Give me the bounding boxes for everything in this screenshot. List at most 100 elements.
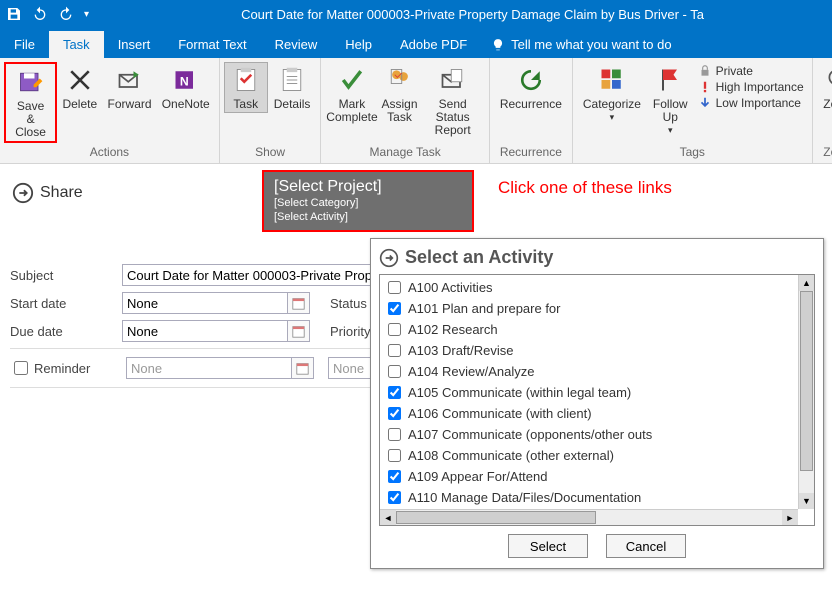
reminder-label: Reminder bbox=[34, 361, 126, 376]
select-button[interactable]: Select bbox=[508, 534, 588, 558]
tab-format-text[interactable]: Format Text bbox=[164, 31, 260, 58]
vertical-scrollbar[interactable]: ▲ ▼ bbox=[798, 275, 814, 509]
start-date-input[interactable] bbox=[122, 292, 288, 314]
low-importance-toggle[interactable]: Low Importance bbox=[698, 96, 804, 110]
activity-checkbox[interactable] bbox=[388, 323, 401, 336]
activity-checkbox[interactable] bbox=[388, 449, 401, 462]
window-title: Court Date for Matter 000003-Private Pro… bbox=[119, 7, 826, 22]
delete-label: Delete bbox=[62, 98, 97, 111]
status-label: Status bbox=[330, 296, 367, 311]
share-button[interactable]: Share bbox=[6, 170, 89, 216]
activity-item[interactable]: A106 Communicate (with client) bbox=[384, 403, 794, 424]
reminder-checkbox[interactable] bbox=[14, 361, 28, 375]
cancel-button[interactable]: Cancel bbox=[606, 534, 686, 558]
zoom-button[interactable]: Zoom bbox=[817, 62, 832, 113]
follow-up-button[interactable]: Follow Up ▾ bbox=[647, 62, 694, 139]
menu-bar: File Task Insert Format Text Review Help… bbox=[0, 28, 832, 58]
priority-label: Priority bbox=[330, 324, 370, 339]
undo-icon[interactable] bbox=[32, 6, 48, 22]
mark-complete-button[interactable]: Mark Complete bbox=[325, 62, 378, 126]
categorize-button[interactable]: Categorize ▾ bbox=[577, 62, 647, 126]
save-close-button[interactable]: Save & Close bbox=[4, 62, 57, 143]
activity-label: A107 Communicate (opponents/other outs bbox=[408, 427, 652, 442]
activity-item[interactable]: A109 Appear For/Attend bbox=[384, 466, 794, 487]
tab-review[interactable]: Review bbox=[261, 31, 332, 58]
details-label: Details bbox=[274, 98, 311, 111]
activity-checkbox[interactable] bbox=[388, 407, 401, 420]
tab-file[interactable]: File bbox=[0, 31, 49, 58]
exclaim-icon bbox=[698, 80, 712, 94]
ribbon: Save & Close Delete Forward N OneNote Ac… bbox=[0, 58, 832, 164]
scroll-down-arrow[interactable]: ▼ bbox=[799, 493, 814, 509]
activity-item[interactable]: A103 Draft/Revise bbox=[384, 340, 794, 361]
activity-item[interactable]: A108 Communicate (other external) bbox=[384, 445, 794, 466]
activity-item[interactable]: A102 Research bbox=[384, 319, 794, 340]
tell-me-label: Tell me what you want to do bbox=[511, 37, 671, 52]
ribbon-group-manage: Mark Complete Assign Task Send Status Re… bbox=[321, 58, 489, 163]
activity-item[interactable]: A100 Activities bbox=[384, 277, 794, 298]
horizontal-scrollbar[interactable]: ◄ ► bbox=[380, 509, 798, 525]
activity-item[interactable]: A110 Manage Data/Files/Documentation bbox=[384, 487, 794, 508]
reminder-date-input[interactable] bbox=[126, 357, 292, 379]
save-icon[interactable] bbox=[6, 6, 22, 22]
activity-checkbox[interactable] bbox=[388, 302, 401, 315]
activity-item[interactable]: A105 Communicate (within legal team) bbox=[384, 382, 794, 403]
scroll-right-arrow[interactable]: ► bbox=[782, 510, 798, 525]
reminder-date-picker[interactable] bbox=[292, 357, 314, 379]
tab-insert[interactable]: Insert bbox=[104, 31, 165, 58]
vscroll-thumb[interactable] bbox=[800, 291, 813, 471]
group-zoom-label: Zoom bbox=[817, 143, 832, 161]
activity-checkbox[interactable] bbox=[388, 386, 401, 399]
activity-checkbox[interactable] bbox=[388, 428, 401, 441]
task-view-label: Task bbox=[233, 98, 258, 111]
activity-label: A100 Activities bbox=[408, 280, 493, 295]
chevron-down-icon: ▾ bbox=[610, 111, 615, 124]
send-status-button[interactable]: Send Status Report bbox=[421, 62, 485, 139]
tell-me-search[interactable]: Tell me what you want to do bbox=[481, 31, 681, 58]
activity-item[interactable]: A107 Communicate (opponents/other outs bbox=[384, 424, 794, 445]
assign-task-button[interactable]: Assign Task bbox=[379, 62, 421, 126]
bulb-icon bbox=[491, 38, 505, 52]
private-toggle[interactable]: Private bbox=[698, 64, 804, 78]
group-actions-label: Actions bbox=[4, 143, 215, 161]
select-project-link[interactable]: [Select Project] bbox=[274, 178, 382, 196]
onenote-button[interactable]: N OneNote bbox=[157, 62, 215, 113]
activity-item[interactable]: A101 Plan and prepare for bbox=[384, 298, 794, 319]
tab-adobe-pdf[interactable]: Adobe PDF bbox=[386, 31, 481, 58]
scroll-up-arrow[interactable]: ▲ bbox=[799, 275, 814, 291]
redo-icon[interactable] bbox=[58, 6, 74, 22]
onenote-label: OneNote bbox=[162, 98, 210, 111]
due-date-picker[interactable] bbox=[288, 320, 310, 342]
task-view-button[interactable]: Task bbox=[224, 62, 268, 113]
activity-item[interactable]: A104 Review/Analyze bbox=[384, 361, 794, 382]
due-date-input[interactable] bbox=[122, 320, 288, 342]
activity-checkbox[interactable] bbox=[388, 281, 401, 294]
annotation-text: Click one of these links bbox=[498, 178, 672, 198]
tab-task[interactable]: Task bbox=[49, 31, 104, 58]
high-importance-toggle[interactable]: High Importance bbox=[698, 80, 804, 94]
forward-button[interactable]: Forward bbox=[102, 62, 156, 113]
activity-checkbox[interactable] bbox=[388, 365, 401, 378]
activity-label: A103 Draft/Revise bbox=[408, 343, 514, 358]
qat-dropdown-icon[interactable]: ▾ bbox=[84, 9, 89, 20]
activity-label: A102 Research bbox=[408, 322, 498, 337]
scroll-left-arrow[interactable]: ◄ bbox=[380, 510, 396, 525]
start-date-picker[interactable] bbox=[288, 292, 310, 314]
select-activity-link[interactable]: [Select Activity] bbox=[274, 210, 382, 224]
activity-label: A106 Communicate (with client) bbox=[408, 406, 592, 421]
activity-checkbox[interactable] bbox=[388, 491, 401, 504]
tab-help[interactable]: Help bbox=[331, 31, 386, 58]
activity-label: A108 Communicate (other external) bbox=[408, 448, 614, 463]
activity-checkbox[interactable] bbox=[388, 344, 401, 357]
select-project-panel: [Select Project] [Select Category] [Sele… bbox=[262, 170, 474, 232]
activity-checkbox[interactable] bbox=[388, 470, 401, 483]
select-category-link[interactable]: [Select Category] bbox=[274, 196, 382, 210]
details-button[interactable]: Details bbox=[268, 62, 317, 113]
ribbon-group-actions: Save & Close Delete Forward N OneNote Ac… bbox=[0, 58, 220, 163]
delete-button[interactable]: Delete bbox=[57, 62, 102, 113]
hscroll-thumb[interactable] bbox=[396, 511, 596, 524]
recurrence-button[interactable]: Recurrence bbox=[494, 62, 568, 113]
group-manage-label: Manage Task bbox=[325, 143, 484, 161]
assign-task-label: Assign Task bbox=[382, 98, 418, 124]
activity-label: A105 Communicate (within legal team) bbox=[408, 385, 631, 400]
